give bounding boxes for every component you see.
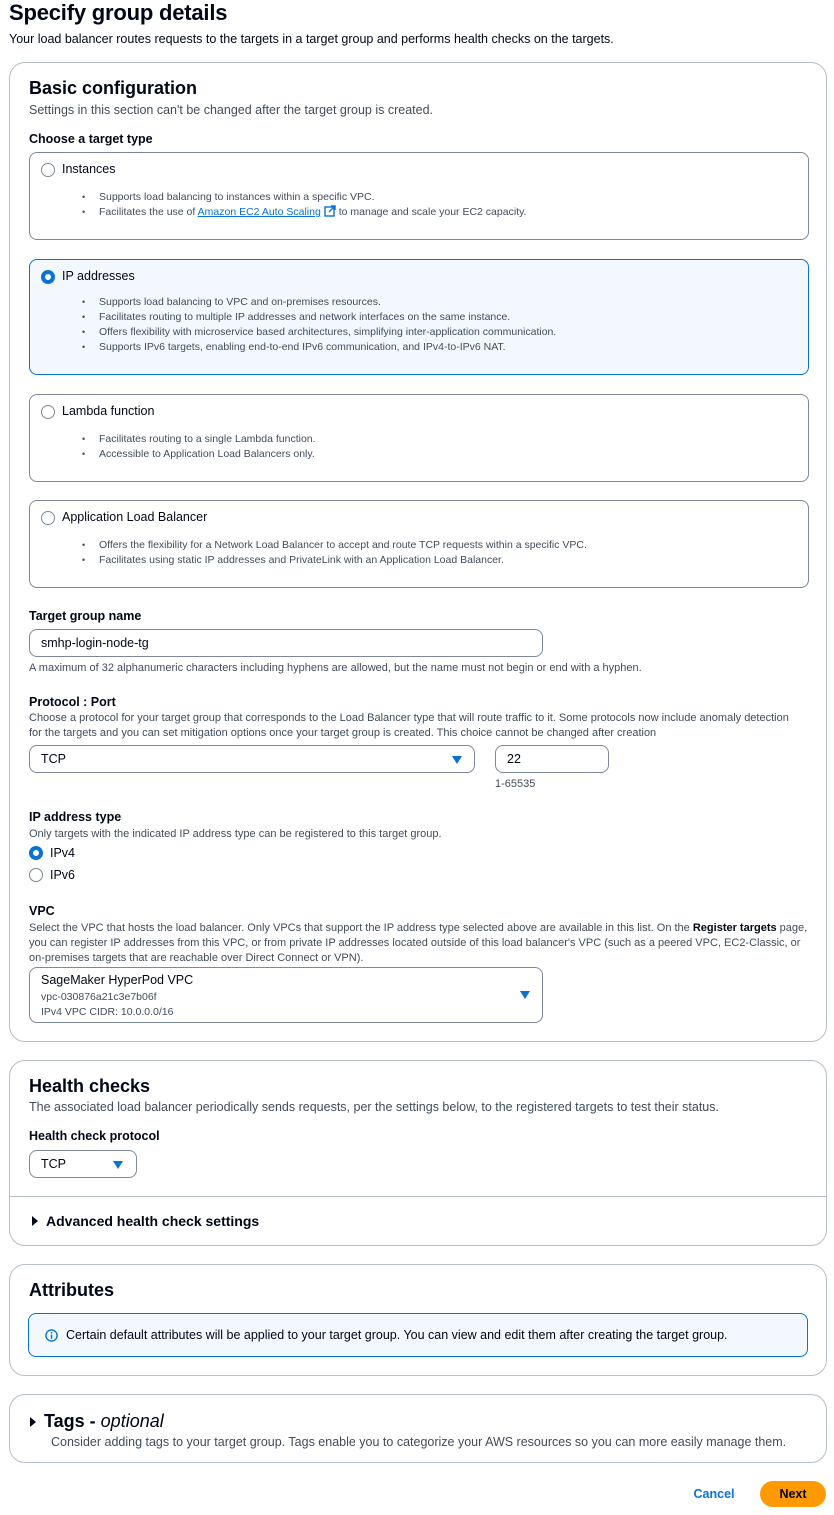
vpc-name: SageMaker HyperPod VPC <box>41 973 194 987</box>
port-range-hint: 1-65535 <box>495 778 536 790</box>
ip-type-ipv4[interactable]: IPv4 <box>29 846 75 860</box>
caret-right-icon <box>32 1216 38 1226</box>
health-checks-panel: Health checks The associated load balanc… <box>9 1060 827 1246</box>
radio-ipv6[interactable] <box>29 868 43 882</box>
health-check-protocol-label: Health check protocol <box>29 1129 160 1143</box>
advanced-health-check-settings-toggle[interactable]: Advanced health check settings <box>32 1213 259 1229</box>
target-type-label-lambda: Lambda function <box>62 404 155 418</box>
advanced-health-check-settings-label: Advanced health check settings <box>46 1213 260 1229</box>
page-title: Specify group details <box>9 0 228 25</box>
target-type-ip-addresses[interactable]: IP addresses Supports load balancing to … <box>29 259 809 375</box>
target-group-name-label: Target group name <box>29 609 142 623</box>
bullet: Supports load balancing to VPC and on-pr… <box>82 295 556 310</box>
attributes-title: Attributes <box>29 1280 114 1300</box>
target-type-label-alb: Application Load Balancer <box>62 510 208 524</box>
tags-toggle[interactable]: Tags - optional <box>30 1411 164 1432</box>
tags-panel: Tags - optional Consider adding tags to … <box>9 1394 827 1463</box>
vpc-cidr: IPv4 VPC CIDR: 10.0.0.0/16 <box>41 1006 174 1018</box>
caret-down-icon <box>113 1161 123 1169</box>
alb-bullets: Offers the flexibility for a Network Loa… <box>82 538 587 568</box>
bullet: Offers the flexibility for a Network Loa… <box>82 538 587 553</box>
instances-bullets: Supports load balancing to instances wit… <box>82 190 526 220</box>
bullet-text: to manage and scale your EC2 capacity. <box>335 206 527 218</box>
target-type-alb[interactable]: Application Load Balancer Offers the fle… <box>29 500 809 588</box>
bullet: Supports load balancing to instances wit… <box>82 190 526 205</box>
health-check-protocol-select[interactable]: TCP <box>29 1150 137 1178</box>
protocol-select[interactable]: TCP <box>29 745 475 773</box>
bullet: Facilitates the use of Amazon EC2 Auto S… <box>82 205 526 220</box>
attributes-panel: Attributes Certain default attributes wi… <box>9 1264 827 1376</box>
vpc-desc-text: Select the VPC that hosts the load balan… <box>29 922 693 934</box>
radio-instances[interactable] <box>41 163 55 177</box>
attributes-info-text: Certain default attributes will be appli… <box>66 1328 728 1342</box>
bullet: Facilitates routing to a single Lambda f… <box>82 432 316 447</box>
ip-bullets: Supports load balancing to VPC and on-pr… <box>82 295 556 355</box>
ipv4-label: IPv4 <box>50 846 76 860</box>
bullet: Facilitates using static IP addresses an… <box>82 553 587 568</box>
vpc-label: VPC <box>29 904 55 918</box>
caret-down-icon <box>520 991 530 999</box>
radio-alb[interactable] <box>41 511 55 525</box>
caret-down-icon <box>452 756 462 764</box>
protocol-value: TCP <box>41 752 66 766</box>
tags-optional-label: optional <box>100 1411 164 1431</box>
target-type-instances[interactable]: Instances Supports load balancing to ins… <box>29 152 809 240</box>
next-button[interactable]: Next <box>760 1481 826 1507</box>
health-checks-title: Health checks <box>29 1076 151 1096</box>
bullet: Accessible to Application Load Balancers… <box>82 447 316 462</box>
ip-type-ipv6[interactable]: IPv6 <box>29 868 75 882</box>
bullet: Offers flexibility with microservice bas… <box>82 325 556 340</box>
tags-title: Tags - optional <box>44 1411 164 1432</box>
bullet: Facilitates routing to multiple IP addre… <box>82 310 556 325</box>
target-group-name-input[interactable] <box>29 629 543 657</box>
ip-address-type-label: IP address type <box>29 810 122 824</box>
vpc-select[interactable]: SageMaker HyperPod VPC vpc-030876a21c3e7… <box>29 967 543 1023</box>
target-type-label-instances: Instances <box>62 162 116 176</box>
caret-right-icon <box>30 1416 36 1427</box>
health-check-protocol-value: TCP <box>41 1157 66 1171</box>
vpc-description: Select the VPC that hosts the load balan… <box>29 921 814 966</box>
divider <box>10 1196 826 1197</box>
target-type-label-ip: IP addresses <box>62 269 135 283</box>
radio-ip-addresses[interactable] <box>41 270 55 284</box>
basic-configuration-description: Settings in this section can't be change… <box>29 103 434 117</box>
bullet: Supports IPv6 targets, enabling end-to-e… <box>82 340 556 355</box>
basic-configuration-panel: Basic configuration Settings in this sec… <box>9 62 827 1042</box>
lambda-bullets: Facilitates routing to a single Lambda f… <box>82 432 316 462</box>
target-type-label: Choose a target type <box>29 132 153 146</box>
port-input[interactable] <box>495 745 609 773</box>
tags-title-text: Tags - <box>44 1411 101 1431</box>
attributes-info-alert: Certain default attributes will be appli… <box>28 1313 808 1357</box>
ec2-auto-scaling-link[interactable]: Amazon EC2 Auto Scaling <box>198 206 321 218</box>
bullet-text: Facilitates the use of <box>99 206 198 218</box>
info-icon <box>45 1328 58 1342</box>
radio-ipv4[interactable] <box>29 846 43 860</box>
cancel-button[interactable]: Cancel <box>682 1481 746 1507</box>
page-description: Your load balancer routes requests to th… <box>9 32 614 46</box>
target-type-lambda[interactable]: Lambda function Facilitates routing to a… <box>29 394 809 482</box>
ip-address-type-description: Only targets with the indicated IP addre… <box>29 828 442 840</box>
health-checks-description: The associated load balancer periodicall… <box>29 1100 719 1114</box>
vpc-desc-bold: Register targets <box>692 922 777 934</box>
target-group-name-hint: A maximum of 32 alphanumeric characters … <box>29 662 642 674</box>
tags-description: Consider adding tags to your target grou… <box>51 1435 787 1449</box>
vpc-id: vpc-030876a21c3e7b06f <box>41 991 157 1003</box>
external-link-icon <box>324 205 336 217</box>
basic-configuration-title: Basic configuration <box>29 78 198 98</box>
ipv6-label: IPv6 <box>50 868 76 882</box>
protocol-port-label: Protocol : Port <box>29 695 116 709</box>
radio-lambda[interactable] <box>41 405 55 419</box>
protocol-port-description: Choose a protocol for your target group … <box>29 712 789 739</box>
